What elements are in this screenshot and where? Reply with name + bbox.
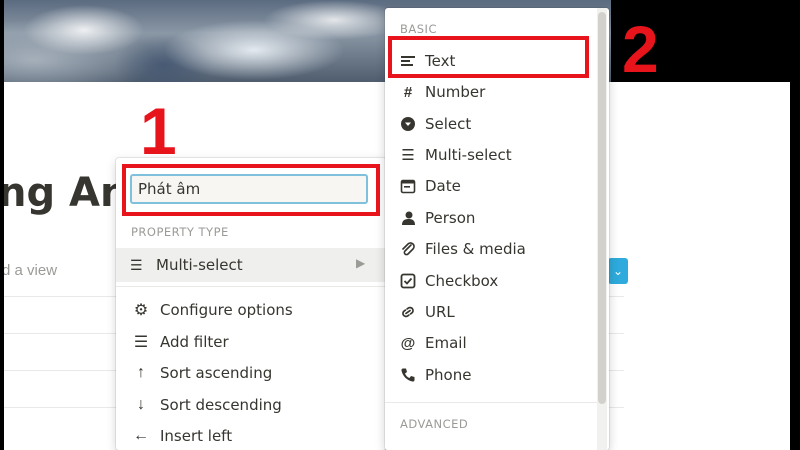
phone-icon bbox=[399, 366, 417, 384]
menu-item-label: Configure options bbox=[160, 301, 293, 319]
list-icon: ☰ bbox=[130, 257, 143, 273]
type-option-label: Date bbox=[425, 177, 461, 195]
type-option-label: Multi-select bbox=[425, 146, 512, 164]
type-option-label: Phone bbox=[425, 366, 472, 384]
sort-ascending-item[interactable]: ↑ Sort ascending bbox=[130, 360, 380, 386]
type-option-email[interactable]: @ Email bbox=[399, 330, 589, 356]
menu-item-label: Sort descending bbox=[160, 396, 282, 414]
list-icon: ☰ bbox=[401, 147, 415, 164]
paperclip-icon bbox=[399, 240, 417, 258]
advanced-section-label: ADVANCED bbox=[400, 417, 469, 431]
select-circle-icon bbox=[399, 115, 417, 133]
new-button-chevron[interactable]: ⌄ bbox=[608, 258, 628, 284]
menu-item-label: Insert left bbox=[160, 427, 233, 445]
hash-icon: # bbox=[403, 83, 413, 101]
menu-divider bbox=[116, 286, 386, 287]
menu-divider bbox=[385, 402, 597, 403]
type-option-label: Email bbox=[425, 334, 467, 352]
arrow-down-icon: ↓ bbox=[137, 396, 145, 413]
type-option-label: Number bbox=[425, 83, 486, 101]
property-type-selector[interactable]: ☰ Multi-select ▶ bbox=[116, 248, 386, 282]
basic-section-label: BASIC bbox=[400, 22, 437, 36]
configure-options-item[interactable]: ⚙ Configure options bbox=[130, 297, 380, 323]
sort-descending-item[interactable]: ↓ Sort descending bbox=[130, 392, 380, 418]
type-option-date[interactable]: Date bbox=[399, 173, 589, 199]
filter-icon: ☰ bbox=[133, 334, 149, 351]
step-number-1: 1 bbox=[140, 94, 177, 168]
scrollbar-thumb[interactable] bbox=[598, 12, 606, 404]
step-number-2: 2 bbox=[622, 12, 659, 86]
arrow-up-icon: ↑ bbox=[137, 364, 145, 381]
arrow-left-icon: ← bbox=[133, 427, 149, 444]
type-option-phone[interactable]: Phone bbox=[399, 362, 589, 388]
highlight-box-step2 bbox=[388, 36, 589, 78]
gear-icon: ⚙ bbox=[133, 302, 149, 319]
highlight-box-step1 bbox=[122, 164, 380, 216]
type-option-number[interactable]: # Number bbox=[399, 79, 589, 105]
type-option-multi-select[interactable]: ☰ Multi-select bbox=[399, 142, 589, 168]
at-icon: @ bbox=[400, 334, 416, 352]
chevron-right-icon: ▶ bbox=[356, 256, 366, 270]
type-option-checkbox[interactable]: Checkbox bbox=[399, 268, 589, 294]
calendar-icon bbox=[399, 177, 417, 195]
insert-left-item[interactable]: ← Insert left bbox=[130, 423, 380, 449]
type-option-label: URL bbox=[425, 303, 455, 321]
type-option-label: Person bbox=[425, 209, 476, 227]
menu-item-label: Add filter bbox=[160, 333, 229, 351]
type-option-files-media[interactable]: Files & media bbox=[399, 236, 589, 262]
checkbox-icon bbox=[399, 272, 417, 290]
current-type-label: Multi-select bbox=[156, 256, 243, 274]
type-option-url[interactable]: URL bbox=[399, 299, 589, 325]
link-icon bbox=[399, 303, 417, 321]
type-option-label: Files & media bbox=[425, 240, 526, 258]
property-type-label: PROPERTY TYPE bbox=[131, 225, 229, 239]
type-option-label: Checkbox bbox=[425, 272, 499, 290]
type-option-person[interactable]: Person bbox=[399, 205, 589, 231]
person-icon bbox=[399, 209, 417, 227]
add-view-link[interactable]: d a view bbox=[4, 262, 57, 279]
type-option-select[interactable]: Select bbox=[399, 111, 589, 137]
type-option-label: Select bbox=[425, 115, 472, 133]
menu-item-label: Sort ascending bbox=[160, 364, 273, 382]
add-filter-item[interactable]: ☰ Add filter bbox=[130, 329, 380, 355]
